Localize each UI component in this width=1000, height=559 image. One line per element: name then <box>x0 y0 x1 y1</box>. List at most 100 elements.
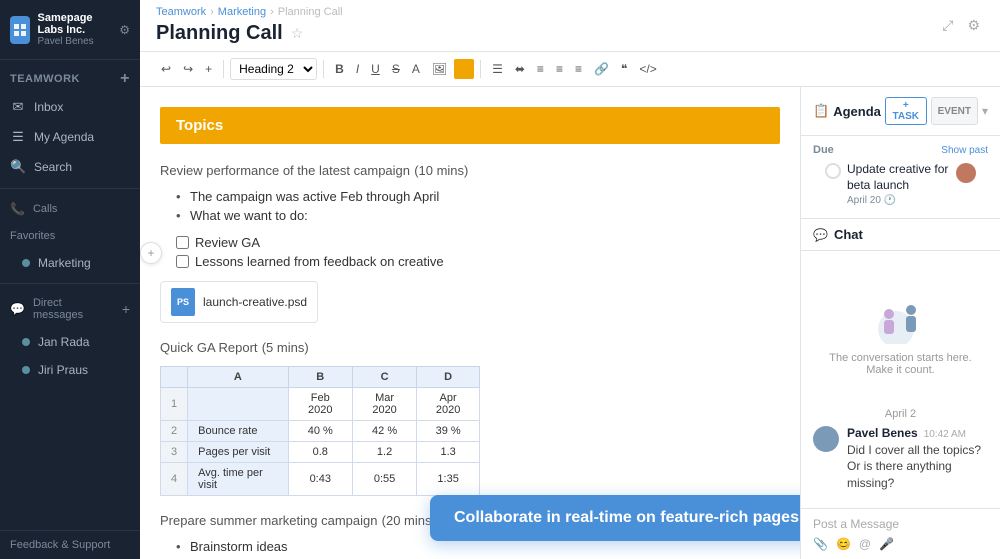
redo-btn[interactable]: ↪ <box>178 59 198 79</box>
align-left-btn[interactable]: ≡ <box>532 59 549 79</box>
checkbox-item2: Lessons learned from feedback on creativ… <box>176 254 780 269</box>
chat-avatar <box>813 426 839 452</box>
gear-icon[interactable]: ⚙ <box>119 23 130 37</box>
agenda-item-checkbox[interactable] <box>825 163 841 179</box>
image-btn[interactable]: 🖼 <box>427 59 452 79</box>
italic-btn[interactable]: I <box>351 59 364 79</box>
chat-empty-line1: The conversation starts here. <box>829 352 971 364</box>
feedback-label: Feedback & Support <box>10 539 110 551</box>
calls-icon: 📞 <box>10 202 25 216</box>
agenda-icon: ☰ <box>10 129 26 145</box>
chat-input-actions: 📎 😊 @ 🎤 <box>813 537 988 551</box>
sidebar-item-jiripraus[interactable]: Jiri Praus <box>0 356 140 384</box>
calls-section[interactable]: 📞 Calls <box>0 195 140 223</box>
mic-btn[interactable]: 🎤 <box>879 537 894 551</box>
breadcrumb-teamwork[interactable]: Teamwork <box>156 6 206 18</box>
table-row: 4 Avg. time per visit 0:43 0:55 1:35 <box>161 463 480 496</box>
search-icon: 🔍 <box>10 159 26 175</box>
table-cell-row4-label: Avg. time per visit <box>188 463 289 496</box>
favorites-section[interactable]: Favorites <box>0 223 140 249</box>
add-teamwork-btn[interactable]: + <box>120 70 130 88</box>
chat-message-header: Pavel Benes 10:42 AM <box>847 426 988 440</box>
table-col-d: D <box>417 367 480 388</box>
table-row: 3 Pages per visit 0.8 1.2 1.3 <box>161 442 480 463</box>
checkbox1-input[interactable] <box>176 236 189 249</box>
star-icon[interactable]: ☆ <box>291 25 304 42</box>
align-center-btn[interactable]: ≡ <box>551 59 568 79</box>
list-btn[interactable]: ☰ <box>487 59 508 79</box>
marketing-label: Marketing <box>38 256 91 270</box>
table-cell-row4-num: 4 <box>161 463 188 496</box>
add-block-btn[interactable]: + <box>200 59 217 79</box>
sidebar-item-search[interactable]: 🔍 Search <box>0 152 140 182</box>
checkbox1-label: Review GA <box>195 235 260 250</box>
dm-icon: 💬 <box>10 302 25 316</box>
sidebar-item-inbox[interactable]: ✉ Inbox <box>0 92 140 122</box>
company-name: Samepage Labs Inc. <box>38 12 112 36</box>
breadcrumb-marketing[interactable]: Marketing <box>218 6 266 18</box>
table-col-b: B <box>288 367 352 388</box>
add-section-btn[interactable]: + <box>140 242 162 264</box>
divider1 <box>0 188 140 189</box>
strikethrough-btn[interactable]: S <box>387 59 405 79</box>
table-cell-row4-d: 1:35 <box>417 463 480 496</box>
settings-btn[interactable]: ⚙ <box>963 13 984 38</box>
section3-title-text: Prepare summer marketing campaign <box>160 513 377 528</box>
code-btn[interactable]: </> <box>634 59 661 79</box>
checkbox2-input[interactable] <box>176 255 189 268</box>
font-btn[interactable]: A <box>407 59 425 79</box>
page-title: Planning Call <box>156 22 283 45</box>
sidebar-item-myagenda[interactable]: ☰ My Agenda <box>0 122 140 152</box>
link-btn[interactable]: 🔗 <box>589 59 614 79</box>
sidebar-item-janrada[interactable]: Jan Rada <box>0 328 140 356</box>
checkbox2-label: Lessons learned from feedback on creativ… <box>195 254 444 269</box>
summer-bullet-1: Brainstorm ideas <box>176 539 780 554</box>
sidebar-item-marketing[interactable]: Marketing <box>0 249 140 277</box>
attach-btn[interactable]: 📎 <box>813 537 828 551</box>
file-attachment[interactable]: PS launch-creative.psd <box>160 281 318 323</box>
show-past-btn[interactable]: Show past <box>941 145 988 156</box>
bold-btn[interactable]: B <box>330 59 349 79</box>
janrada-dot <box>22 338 30 346</box>
filter-icon[interactable]: ▾ <box>982 104 988 118</box>
table-cell-row3-num: 3 <box>161 442 188 463</box>
task-tab[interactable]: + TASK <box>885 97 927 125</box>
chat-input-placeholder[interactable]: Post a Message <box>813 517 988 531</box>
expand-btn[interactable]: ⤢ <box>938 13 957 38</box>
dm-add-btn[interactable]: + <box>122 301 130 317</box>
topics-banner: Topics <box>160 107 780 144</box>
direct-messages-section[interactable]: 💬 Direct messages + <box>0 290 140 328</box>
breadcrumb-current: Planning Call <box>278 6 343 18</box>
indent-btn[interactable]: ⬌ <box>510 59 530 79</box>
jiripraus-label: Jiri Praus <box>38 363 88 377</box>
sidebar-logo: Samepage Labs Inc. Pavel Benes ⚙ <box>0 0 140 60</box>
table-cell-row2-num: 2 <box>161 421 188 442</box>
quote-btn[interactable]: ❝ <box>616 59 632 79</box>
favorites-label: Favorites <box>10 230 55 242</box>
table-col-num <box>161 367 188 388</box>
breadcrumb-row: Teamwork › Marketing › Planning Call <box>156 6 938 18</box>
chat-time: 10:42 AM <box>924 429 966 440</box>
emoji-btn[interactable]: 😊 <box>836 537 851 551</box>
editor[interactable]: + Topics Review performance of the lates… <box>140 87 800 559</box>
section2-time: (5 mins) <box>262 340 309 355</box>
event-tab[interactable]: EVENT <box>931 97 978 125</box>
feedback-btn[interactable]: Feedback & Support <box>0 530 140 559</box>
checkbox-item1: Review GA <box>176 235 780 250</box>
chat-icon: 💬 <box>813 228 828 242</box>
agenda-item: Update creative for beta launch April 20… <box>813 162 988 206</box>
heading-select[interactable]: Heading 2 Heading 1 Paragraph <box>230 58 317 80</box>
color-btn[interactable] <box>454 59 474 79</box>
align-right-btn[interactable]: ≡ <box>570 59 587 79</box>
chat-message-text: Did I cover all the topics? Or is there … <box>847 442 988 492</box>
agenda-date-text: April 20 <box>847 195 881 206</box>
undo-btn[interactable]: ↩ <box>156 59 176 79</box>
mention-btn[interactable]: @ <box>859 537 871 551</box>
chat-message-content: Pavel Benes 10:42 AM Did I cover all the… <box>847 426 988 492</box>
breadcrumb-sep1: › <box>210 6 214 18</box>
marketing-dot <box>22 259 30 267</box>
agenda-item-date: April 20 🕐 <box>847 195 950 206</box>
underline-btn[interactable]: U <box>366 59 385 79</box>
divider-toolbar3 <box>480 60 481 78</box>
breadcrumb-sep2: › <box>270 6 274 18</box>
